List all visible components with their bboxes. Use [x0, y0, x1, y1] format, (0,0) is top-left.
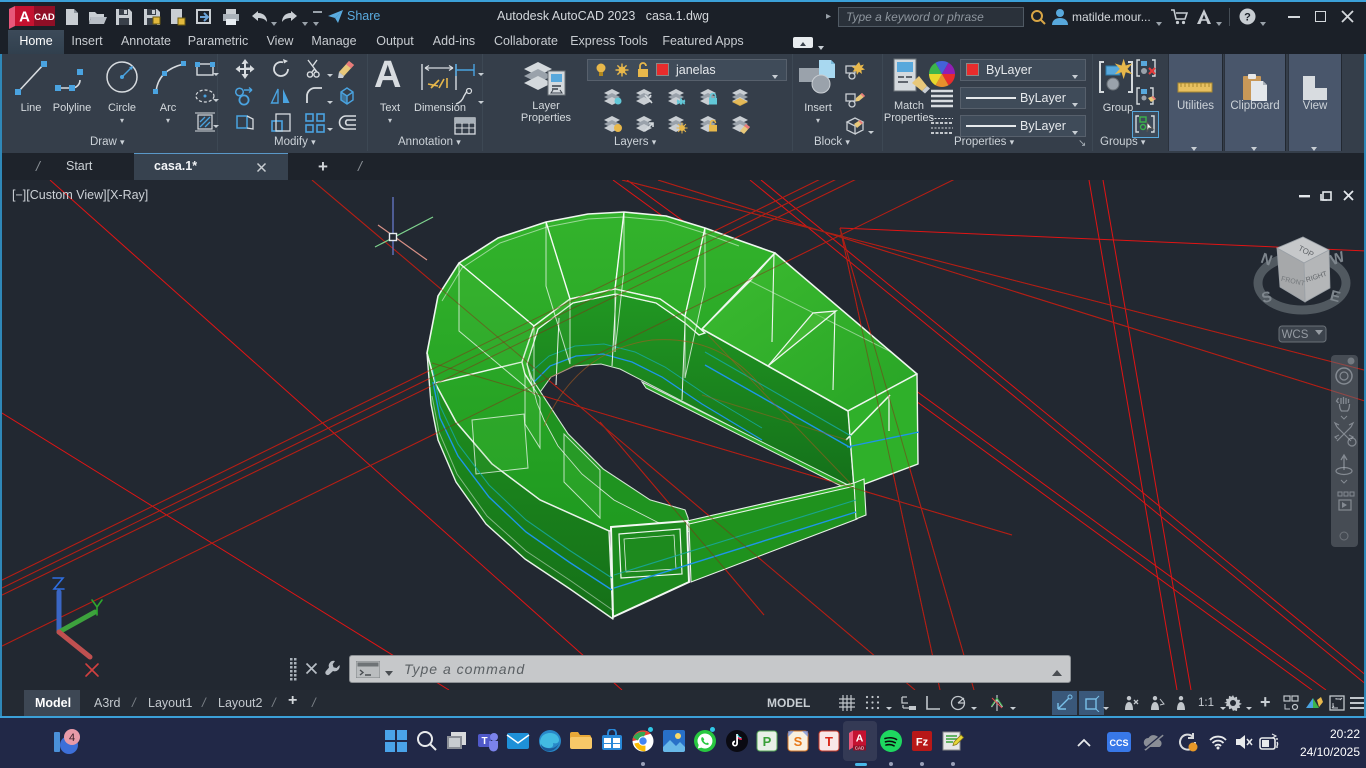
svg-text:T: T	[825, 734, 833, 749]
svg-text:A: A	[856, 733, 864, 745]
svg-text:E: E	[1328, 287, 1342, 306]
svg-text:CAD: CAD	[855, 746, 865, 751]
svg-text:[−][Custom View][X-Ray]: [−][Custom View][X-Ray]	[12, 188, 148, 202]
svg-text:CAD: CAD	[34, 12, 55, 23]
svg-text:Fz: Fz	[916, 737, 929, 749]
svg-text:CCS: CCS	[1109, 738, 1128, 748]
svg-text:T: T	[481, 736, 487, 747]
svg-text:S: S	[794, 734, 803, 749]
svg-text:S: S	[1260, 288, 1274, 307]
svg-text:?: ?	[1244, 12, 1251, 24]
svg-text:WCS: WCS	[1282, 329, 1309, 341]
svg-text:A: A	[19, 9, 30, 26]
svg-text:4: 4	[69, 732, 75, 744]
svg-text:P: P	[763, 734, 772, 749]
